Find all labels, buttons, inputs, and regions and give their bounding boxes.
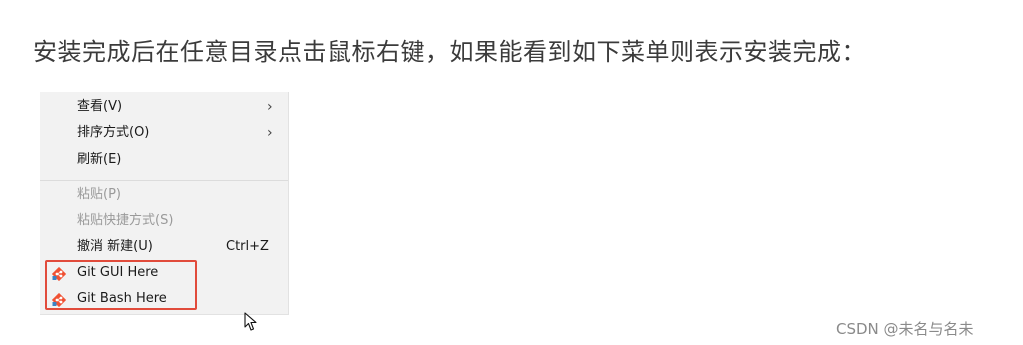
- highlight-box: [45, 260, 197, 310]
- menu-item-paste-shortcut: 粘贴快捷方式(S): [40, 208, 288, 234]
- menu-item-refresh[interactable]: 刷新(E): [40, 147, 288, 173]
- watermark: CSDN @未名与名未: [836, 320, 974, 338]
- mouse-cursor-icon: [244, 312, 257, 331]
- shortcut-label: Ctrl+Z: [226, 239, 269, 254]
- menu-item-label: 查看(V): [77, 99, 123, 114]
- menu-item-label: 撤消 新建(U): [77, 239, 153, 254]
- menu-item-undo-new[interactable]: 撤消 新建(U) Ctrl+Z: [40, 234, 288, 260]
- menu-item-label: 刷新(E): [77, 152, 122, 167]
- menu-item-paste: 粘贴(P): [40, 182, 288, 208]
- menu-item-label: 排序方式(O): [77, 125, 150, 140]
- menu-item-sort-by[interactable]: 排序方式(O) ›: [40, 120, 288, 146]
- instruction-text: 安装完成后在任意目录点击鼠标右键，如果能看到如下菜单则表示安装完成：: [33, 38, 866, 66]
- menu-divider: [40, 180, 288, 181]
- chevron-right-icon: ›: [267, 125, 273, 141]
- menu-item-view[interactable]: 查看(V) ›: [40, 94, 288, 120]
- menu-item-label: 粘贴快捷方式(S): [77, 213, 174, 228]
- chevron-right-icon: ›: [267, 99, 273, 115]
- menu-item-label: 粘贴(P): [77, 187, 121, 202]
